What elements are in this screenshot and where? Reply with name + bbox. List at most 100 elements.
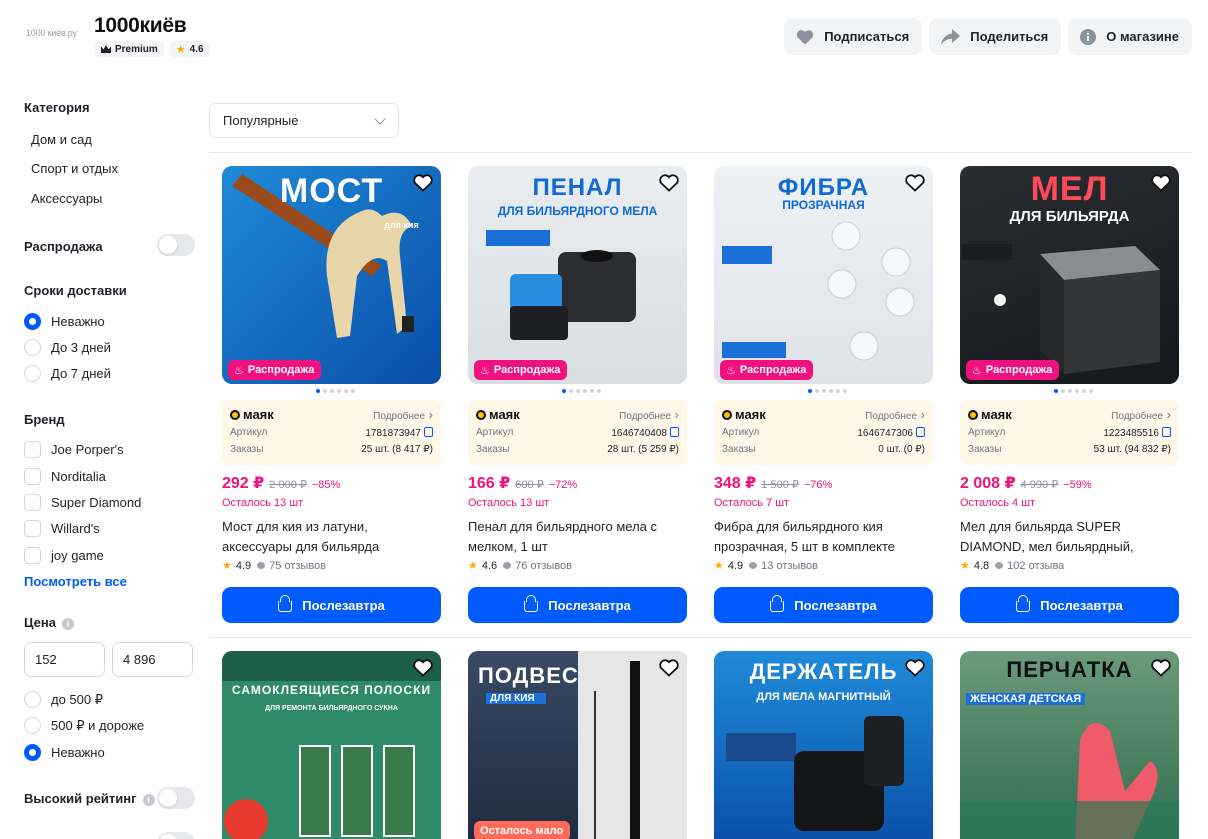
category-link[interactable]: Аксессуары — [31, 191, 102, 206]
delivery-label: Послезавтра — [302, 597, 385, 613]
radio-button[interactable] — [24, 744, 41, 761]
product-name[interactable]: Мел для бильярда SUPER DIAMOND, мел биль… — [960, 517, 1179, 557]
see-all-brands-link[interactable]: Посмотреть все — [24, 574, 127, 589]
checkbox[interactable] — [24, 520, 41, 537]
image-subtitle: ПРОЗРАЧНАЯ — [782, 198, 865, 212]
sale-toggle[interactable] — [157, 234, 195, 256]
price-from-input[interactable]: 152 — [24, 642, 105, 677]
price-to-input[interactable]: 4 896 — [112, 642, 193, 677]
product-image[interactable]: ПЕНАЛ ДЛЯ БИЛЬЯРДНОГО МЕЛА ♨ Распродажа — [468, 166, 687, 384]
product-rating[interactable]: ★ 4.9 75 отзывов — [222, 559, 326, 573]
favorite-heart-icon[interactable] — [1151, 659, 1171, 677]
product-rating[interactable]: ★ 4.6 76 отзывов — [468, 559, 572, 573]
brand-logo[interactable]: маяк — [968, 407, 1012, 422]
product-rating[interactable]: ★ 4.8 102 отзыва — [960, 559, 1065, 573]
radio-button[interactable] — [24, 365, 41, 382]
subscribe-button[interactable]: Подписаться — [784, 18, 923, 55]
brand-logo[interactable]: маяк — [476, 407, 520, 422]
product-info-panel: маяк Подробнее Артикул 1646740408 Заказы 28… — [468, 400, 687, 465]
sku-label: Артикул — [476, 427, 514, 438]
favorite-heart-icon[interactable] — [905, 174, 925, 192]
brand-option[interactable]: joy game — [24, 547, 104, 564]
reviews-count: 102 отзыва — [1007, 559, 1065, 572]
brand-option[interactable]: Joe Porper's — [24, 441, 124, 458]
product-rating[interactable]: ★ 4.9 13 отзывов — [714, 559, 818, 573]
brand-logo[interactable]: маяк — [230, 407, 274, 422]
image-carousel-dots[interactable] — [562, 389, 601, 393]
header-actions: Подписаться Поделиться О магазине — [784, 18, 1192, 55]
checkbox[interactable] — [24, 468, 41, 485]
radio-button[interactable] — [24, 691, 41, 708]
product-image[interactable]: ДЕРЖАТЕЛЬ ДЛЯ МЕЛА МАГНИТНЫЙ — [714, 651, 933, 839]
product-image[interactable]: МЕЛ ДЛЯ БИЛЬЯРДА ♨ Распродажа — [960, 166, 1179, 384]
product-name[interactable]: Пенал для бильярдного мела с мелком, 1 ш… — [468, 517, 687, 557]
product-card[interactable]: САМОКЛЕЯЩИЕСЯ ПОЛОСКИ ДЛЯ РЕМОНТА БИЛЬЯР… — [222, 651, 441, 839]
share-button[interactable]: Поделиться — [929, 18, 1062, 55]
category-link[interactable]: Дом и сад — [31, 132, 92, 147]
product-image[interactable]: МОСТ для кия ♨ Распродажа — [222, 166, 441, 384]
favorite-heart-icon[interactable] — [413, 174, 433, 192]
brand-option[interactable]: Super Diamond — [24, 494, 141, 511]
checkbox[interactable] — [24, 441, 41, 458]
old-price: 600 ₽ — [515, 479, 544, 491]
product-image[interactable]: САМОКЛЕЯЩИЕСЯ ПОЛОСКИ ДЛЯ РЕМОНТА БИЛЬЯР… — [222, 651, 441, 839]
sort-select[interactable]: Популярные — [209, 103, 399, 138]
product-name[interactable]: Мост для кия из латуни, аксессуары для б… — [222, 517, 441, 557]
product-image[interactable]: ПЕРЧАТКА ЖЕНСКАЯ ДЕТСКАЯ — [960, 651, 1179, 839]
radio-button[interactable] — [24, 313, 41, 330]
details-link[interactable]: Подробнее — [619, 407, 679, 422]
image-carousel-dots[interactable] — [808, 389, 847, 393]
product-card[interactable]: ПОДВЕС ДЛЯ КИЯ Осталось мало — [468, 651, 687, 839]
details-link[interactable]: Подробнее — [373, 407, 433, 422]
product-card[interactable]: ДЕРЖАТЕЛЬ ДЛЯ МЕЛА МАГНИТНЫЙ — [714, 651, 933, 839]
shop-logo[interactable]: 1000 киёв.ру — [26, 18, 86, 48]
high-rating-toggle[interactable] — [157, 787, 195, 809]
details-link[interactable]: Подробнее — [865, 407, 925, 422]
copy-icon[interactable] — [670, 427, 679, 437]
favorite-heart-icon[interactable] — [659, 659, 679, 677]
product-name[interactable]: Фибра для бильярдного кия прозрачная, 5 … — [714, 517, 933, 557]
category-link[interactable]: Спорт и отдых — [31, 161, 118, 176]
info-icon[interactable]: i — [142, 793, 155, 806]
favorite-heart-icon[interactable] — [413, 659, 433, 677]
product-image[interactable]: ПОДВЕС ДЛЯ КИЯ Осталось мало — [468, 651, 687, 839]
discount: −85% — [311, 479, 341, 491]
add-to-cart-button[interactable]: Послезавтра — [714, 587, 933, 623]
radio-button[interactable] — [24, 339, 41, 356]
checkbox[interactable] — [24, 547, 41, 564]
shop-name[interactable]: 1000киёв — [94, 14, 187, 38]
product-image[interactable]: ФИБРА ПРОЗРАЧНАЯ ♨ Распродажа — [714, 166, 933, 384]
image-carousel-dots[interactable] — [316, 389, 355, 393]
add-to-cart-button[interactable]: Послезавтра — [960, 587, 1179, 623]
orders-value: 53 шт. (94 832 ₽) — [1093, 444, 1171, 455]
brand-option[interactable]: Norditalia — [24, 468, 106, 485]
delivery-option[interactable]: До 7 дней — [24, 365, 111, 382]
price-option[interactable]: до 500 ₽ — [24, 691, 103, 708]
radio-button[interactable] — [24, 717, 41, 734]
image-carousel-dots[interactable] — [1054, 389, 1093, 393]
favorite-heart-icon[interactable] — [905, 659, 925, 677]
reviews-icon — [995, 562, 1004, 569]
delivery-option[interactable]: Неважно — [24, 313, 105, 330]
checkbox[interactable] — [24, 494, 41, 511]
brand-option[interactable]: Willard's — [24, 520, 100, 537]
info-icon[interactable]: i — [61, 617, 74, 630]
copy-icon[interactable] — [1162, 427, 1171, 437]
filter-toggle[interactable] — [157, 832, 195, 839]
delivery-option[interactable]: До 3 дней — [24, 339, 111, 356]
details-link[interactable]: Подробнее — [1111, 407, 1171, 422]
favorite-heart-icon[interactable] — [659, 174, 679, 192]
about-shop-button[interactable]: О магазине — [1068, 18, 1192, 55]
brand-logo[interactable]: маяк — [722, 407, 766, 422]
price-row: 292 ₽ 2 000 ₽ −85% — [222, 473, 340, 493]
add-to-cart-button[interactable]: Послезавтра — [468, 587, 687, 623]
image-subtitle: ЖЕНСКАЯ ДЕТСКАЯ — [966, 693, 1086, 705]
favorite-heart-icon[interactable] — [1151, 174, 1171, 192]
add-to-cart-button[interactable]: Послезавтра — [222, 587, 441, 623]
copy-icon[interactable] — [916, 427, 925, 437]
product-card[interactable]: ПЕРЧАТКА ЖЕНСКАЯ ДЕТСКАЯ — [960, 651, 1179, 839]
copy-icon[interactable] — [424, 427, 433, 437]
sku-value: 1781873947 — [365, 428, 421, 439]
price-option[interactable]: Неважно — [24, 744, 105, 761]
price-option[interactable]: 500 ₽ и дороже — [24, 717, 144, 734]
